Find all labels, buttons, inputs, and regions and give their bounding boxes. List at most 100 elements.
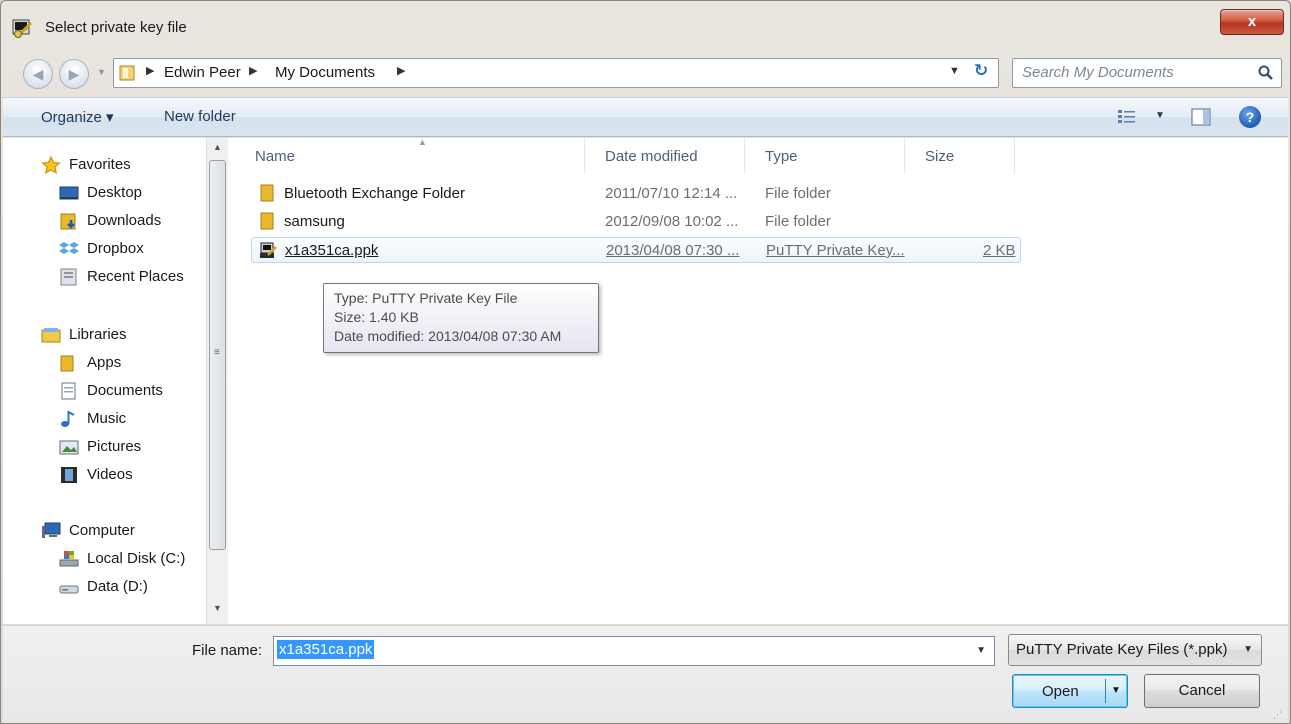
scroll-down-icon[interactable]: ▼: [213, 603, 222, 613]
new-folder-button[interactable]: New folder: [164, 108, 236, 125]
music-note-icon: [61, 410, 75, 427]
file-name-value: x1a351ca.ppk: [277, 640, 375, 659]
nav-downloads[interactable]: Downloads: [59, 210, 204, 234]
file-date: 2013/04/08 07:30 ...: [606, 242, 740, 259]
nav-label: Music: [87, 410, 127, 427]
column-header-name[interactable]: Name ▲: [235, 137, 585, 174]
nav-label: Desktop: [87, 184, 143, 201]
organize-menu[interactable]: Organize ▾: [41, 108, 114, 126]
preview-pane-icon[interactable]: [1191, 108, 1211, 126]
downloads-folder-icon: [60, 213, 76, 230]
grip-icon: ≡: [214, 347, 220, 358]
nav-computer[interactable]: Computer: [41, 520, 201, 544]
recent-locations-dropdown[interactable]: ▼: [97, 67, 106, 77]
open-button[interactable]: Open ▼: [1012, 674, 1128, 708]
chevron-right-icon[interactable]: ▶: [146, 64, 154, 77]
file-tooltip: Type: PuTTY Private Key File Size: 1.40 …: [323, 283, 599, 353]
open-button-label: Open: [1042, 683, 1079, 700]
chevron-right-icon[interactable]: ▶: [397, 64, 405, 77]
help-icon[interactable]: ?: [1239, 106, 1261, 128]
nav-recent-places[interactable]: Recent Places: [59, 266, 204, 290]
file-date: 2012/09/08 10:02 ...: [605, 213, 739, 230]
search-icon[interactable]: [1257, 64, 1275, 82]
file-type: File folder: [765, 185, 831, 202]
column-header-size[interactable]: Size: [905, 138, 1015, 174]
table-row[interactable]: Bluetooth Exchange Folder 2011/07/10 12:…: [251, 181, 1021, 207]
chevron-down-icon: ▼: [1243, 644, 1253, 655]
nav-scrollbar[interactable]: ▲ ≡ ▼: [206, 138, 228, 624]
file-name-input[interactable]: x1a351ca.ppk ▼: [273, 636, 995, 666]
view-dropdown-icon[interactable]: ▼: [1155, 110, 1165, 121]
main-area: Favorites Desktop Downloads Dropbox Rece…: [3, 137, 1288, 624]
scrollbar-thumb[interactable]: ≡: [209, 160, 226, 550]
nav-local-disk-c[interactable]: Local Disk (C:): [59, 548, 204, 572]
address-bar[interactable]: ▶ Edwin Peer ▶ My Documents ▶ ▼ ↻: [113, 58, 999, 88]
nav-videos[interactable]: Videos: [59, 464, 204, 488]
nav-apps[interactable]: Apps: [59, 352, 204, 376]
folder-icon: [119, 65, 135, 81]
breadcrumb-edwin-peer[interactable]: Edwin Peer: [164, 64, 241, 81]
breadcrumb-my-documents[interactable]: My Documents: [275, 64, 375, 81]
folder-icon: [60, 355, 74, 372]
split-divider: [1105, 679, 1106, 703]
cancel-button[interactable]: Cancel: [1144, 674, 1260, 708]
view-options-icon[interactable]: [1117, 108, 1137, 126]
refresh-icon[interactable]: ↻: [974, 61, 988, 81]
navigation-pane: Favorites Desktop Downloads Dropbox Rece…: [3, 138, 233, 624]
chevron-down-icon[interactable]: ▼: [976, 645, 986, 656]
tooltip-size: Size: 1.40 KB: [334, 309, 419, 325]
nav-favorites[interactable]: Favorites: [41, 154, 201, 178]
nav-label: Data (D:): [87, 578, 148, 595]
file-type: File folder: [765, 213, 831, 230]
desktop-icon: [59, 186, 79, 200]
nav-libraries[interactable]: Libraries: [41, 324, 201, 348]
window-title: Select private key file: [45, 19, 187, 36]
file-dialog-window: Select private key file x ◀ ▶ ▼ ▶ Edwin …: [0, 0, 1291, 724]
file-date: 2011/07/10 12:14 ...: [605, 185, 738, 202]
file-size: 2 KB: [983, 242, 1016, 259]
nav-dropbox[interactable]: Dropbox: [59, 238, 204, 262]
command-bar: Organize ▾ New folder ▼ ?: [3, 97, 1288, 137]
tooltip-type: Type: PuTTY Private Key File: [334, 290, 518, 306]
column-header-date[interactable]: Date modified: [585, 138, 745, 174]
bottom-panel: File name: x1a351ca.ppk ▼ PuTTY Private …: [3, 625, 1288, 723]
nav-documents[interactable]: Documents: [59, 380, 204, 404]
search-box[interactable]: Search My Documents: [1012, 58, 1282, 88]
close-button[interactable]: x: [1220, 9, 1284, 35]
navigation-bar: ◀ ▶ ▼ ▶ Edwin Peer ▶ My Documents ▶ ▼ ↻ …: [1, 53, 1290, 93]
folder-icon: [260, 184, 274, 202]
file-name: Bluetooth Exchange Folder: [284, 185, 465, 202]
dropbox-icon: [59, 242, 79, 254]
drive-icon: [59, 585, 79, 594]
folder-icon: [260, 212, 274, 230]
table-row[interactable]: samsung 2012/09/08 10:02 ... File folder: [251, 209, 1021, 235]
chevron-right-icon[interactable]: ▶: [249, 64, 257, 77]
title-bar[interactable]: Select private key file x: [1, 1, 1290, 49]
column-header-type[interactable]: Type: [745, 138, 905, 174]
address-dropdown-icon[interactable]: ▼: [949, 65, 960, 77]
nav-label: Videos: [87, 466, 133, 483]
nav-label: Documents: [87, 382, 163, 399]
table-row[interactable]: x1a351ca.ppk 2013/04/08 07:30 ... PuTTY …: [251, 237, 1021, 263]
nav-label: Apps: [87, 354, 122, 371]
nav-music[interactable]: Music: [59, 408, 204, 432]
scroll-up-icon[interactable]: ▲: [213, 142, 222, 152]
star-icon: [41, 156, 61, 174]
nav-label: Favorites: [69, 156, 131, 173]
file-type-filter-value: PuTTY Private Key Files (*.ppk): [1016, 641, 1228, 658]
nav-data-d[interactable]: Data (D:): [59, 576, 204, 600]
forward-button[interactable]: ▶: [59, 59, 89, 89]
resize-grip-icon[interactable]: ⋰: [1273, 710, 1282, 721]
nav-label: Pictures: [87, 438, 142, 455]
open-dropdown-icon[interactable]: ▼: [1111, 685, 1121, 696]
nav-pictures[interactable]: Pictures: [59, 436, 204, 460]
nav-label: Libraries: [69, 326, 127, 343]
back-button[interactable]: ◀: [23, 59, 53, 89]
documents-icon: [61, 382, 76, 400]
file-type: PuTTY Private Key...: [766, 242, 905, 259]
file-type-filter[interactable]: PuTTY Private Key Files (*.ppk) ▼: [1008, 634, 1262, 666]
nav-desktop[interactable]: Desktop: [59, 182, 204, 206]
arrow-right-icon: ▶: [68, 66, 80, 82]
nav-label: Computer: [69, 522, 135, 539]
search-placeholder: Search My Documents: [1022, 64, 1174, 81]
